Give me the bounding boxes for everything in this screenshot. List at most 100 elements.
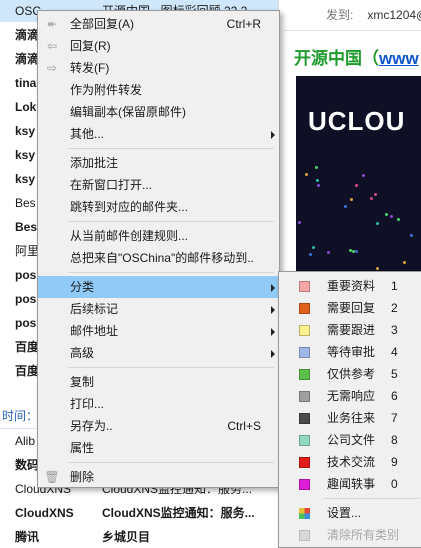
category-label: 趣闻轶事 bbox=[327, 477, 376, 491]
menu-separator bbox=[68, 462, 274, 463]
menu-item-label: 编辑副本(保留原邮件) bbox=[70, 105, 186, 119]
menu-item-label: 回复(R) bbox=[70, 39, 111, 53]
banner-dot bbox=[370, 197, 373, 200]
clear-categories-item[interactable]: 清除所有类别 bbox=[279, 524, 421, 546]
menu-item-shortcut: Ctrl+R bbox=[226, 17, 261, 31]
category-item[interactable]: 趣闻轶事 0 bbox=[279, 473, 421, 495]
category-shortcut-key: 3 bbox=[391, 323, 398, 337]
menu-item[interactable]: 其他... bbox=[38, 123, 279, 145]
banner-dot bbox=[362, 174, 365, 177]
banner-dot bbox=[298, 221, 301, 224]
preview-divider bbox=[284, 30, 421, 31]
menu-item-label: 属性 bbox=[70, 441, 95, 455]
menu-item[interactable]: 作为附件转发 bbox=[38, 79, 279, 101]
menu-item[interactable]: 复制 bbox=[38, 371, 279, 393]
menu-separator bbox=[68, 272, 274, 273]
menu-item-label: 分类 bbox=[70, 280, 95, 294]
menu-item-label: 添加批注 bbox=[70, 156, 119, 170]
banner-dot bbox=[390, 215, 393, 218]
menu-item[interactable]: ⇦ 回复(R) bbox=[38, 35, 279, 57]
menu-item[interactable]: 在新窗口打开... bbox=[38, 174, 279, 196]
category-color-swatch bbox=[299, 391, 310, 402]
category-item[interactable]: 无需响应 6 bbox=[279, 385, 421, 407]
banner-dot bbox=[309, 253, 312, 256]
submenu-arrow-icon bbox=[271, 328, 275, 336]
category-item[interactable]: 需要跟进 3 bbox=[279, 319, 421, 341]
mail-row[interactable]: 腾讯 乡城贝目 bbox=[0, 526, 278, 548]
submenu-arrow-icon bbox=[271, 306, 275, 314]
category-color-swatch bbox=[299, 457, 310, 468]
mail-subject: CloudXNS监控通知：服务... bbox=[102, 506, 255, 520]
menu-item-label: 总把来自"OSChina"的邮件移动到.. bbox=[70, 251, 254, 265]
menu-item[interactable]: 编辑副本(保留原邮件) bbox=[38, 101, 279, 123]
category-item[interactable]: 业务往来 7 bbox=[279, 407, 421, 429]
mail-sender: 腾讯 bbox=[15, 530, 40, 544]
category-shortcut-key: 8 bbox=[391, 433, 398, 447]
preview-title-link[interactable]: www bbox=[379, 49, 419, 68]
banner-dot bbox=[327, 251, 330, 254]
menu-item[interactable]: 总把来自"OSChina"的邮件移动到.. bbox=[38, 247, 279, 269]
banner-dot bbox=[344, 205, 347, 208]
menu-item-label: 作为附件转发 bbox=[70, 83, 143, 97]
category-color-swatch bbox=[299, 303, 310, 314]
menu-item-label: 打印... bbox=[70, 397, 105, 411]
banner-dot bbox=[397, 218, 400, 221]
menu-item[interactable]: 邮件地址 bbox=[38, 320, 279, 342]
settings-label: 设置... bbox=[327, 506, 362, 520]
menu-item[interactable]: 打印... bbox=[38, 393, 279, 415]
sent-to-label: 发到: bbox=[326, 8, 354, 22]
menu-item[interactable]: 🗑 删除 bbox=[38, 466, 279, 488]
banner-dot bbox=[350, 198, 353, 201]
clear-categories-label: 清除所有类别 bbox=[327, 528, 400, 542]
preview-title-text: 开源中国（ bbox=[294, 49, 379, 68]
trash-icon: 🗑 bbox=[44, 470, 60, 484]
category-item[interactable]: 等待审批 4 bbox=[279, 341, 421, 363]
menu-item[interactable]: 添加批注 bbox=[38, 152, 279, 174]
category-label: 无需响应 bbox=[327, 389, 376, 403]
menu-item[interactable]: 跳转到对应的邮件夹... bbox=[38, 196, 279, 218]
settings-grid-icon bbox=[299, 508, 310, 519]
banner-dot bbox=[355, 184, 358, 187]
menu-item-label: 删除 bbox=[70, 470, 95, 484]
category-shortcut-key: 1 bbox=[391, 279, 398, 293]
category-item[interactable]: 重要资料 1 bbox=[279, 275, 421, 297]
mail-row[interactable]: CloudXNS CloudXNS监控通知：服务... bbox=[0, 502, 278, 524]
menu-separator bbox=[68, 367, 274, 368]
category-submenu: 重要资料 1 需要回复 2 需要跟进 3 等待审批 4 仅供参考 5 无需响应 6 业务往来 7 公司文件 8… bbox=[278, 271, 421, 548]
submenu-arrow-icon bbox=[271, 131, 275, 139]
menu-item-label: 其他... bbox=[70, 127, 105, 141]
category-item[interactable]: 公司文件 8 bbox=[279, 429, 421, 451]
menu-item-label: 后续标记 bbox=[70, 302, 119, 316]
menu-item[interactable]: 高级 bbox=[38, 342, 279, 364]
category-shortcut-key: 9 bbox=[391, 455, 398, 469]
category-item[interactable]: 技术交流 9 bbox=[279, 451, 421, 473]
menu-separator bbox=[323, 498, 419, 499]
menu-item[interactable]: ↞ 全部回复(A) Ctrl+R bbox=[38, 13, 279, 35]
menu-separator bbox=[68, 221, 274, 222]
menu-item-shortcut: Ctrl+S bbox=[227, 419, 261, 433]
category-label: 需要跟进 bbox=[327, 323, 376, 337]
menu-item[interactable]: 从当前邮件创建规则... bbox=[38, 225, 279, 247]
category-shortcut-key: 6 bbox=[391, 389, 398, 403]
category-color-swatch bbox=[299, 413, 310, 424]
category-settings-item[interactable]: 设置... bbox=[279, 502, 421, 524]
menu-item-label: 跳转到对应的邮件夹... bbox=[70, 200, 189, 214]
mail-sender: CloudXNS bbox=[15, 506, 74, 520]
context-menu: ↞ 全部回复(A) Ctrl+R ⇦ 回复(R) ⇨ 转发(F) 作为附件转发编辑副本(保留原… bbox=[37, 10, 280, 488]
category-label: 需要回复 bbox=[327, 301, 376, 315]
banner-dot bbox=[374, 193, 377, 196]
banner-dot bbox=[316, 179, 319, 182]
category-item[interactable]: 需要回复 2 bbox=[279, 297, 421, 319]
menu-item-label: 复制 bbox=[70, 375, 95, 389]
menu-item[interactable]: 后续标记 bbox=[38, 298, 279, 320]
menu-item[interactable]: 另存为.. Ctrl+S bbox=[38, 415, 279, 437]
category-shortcut-key: 0 bbox=[391, 477, 398, 491]
clear-categories-icon bbox=[299, 530, 310, 541]
category-label: 公司文件 bbox=[327, 433, 376, 447]
menu-item[interactable]: 分类 bbox=[38, 276, 279, 298]
category-color-swatch bbox=[299, 479, 310, 490]
category-item[interactable]: 仅供参考 5 bbox=[279, 363, 421, 385]
menu-item[interactable]: 属性 bbox=[38, 437, 279, 459]
menu-item[interactable]: ⇨ 转发(F) bbox=[38, 57, 279, 79]
category-label: 仅供参考 bbox=[327, 367, 376, 381]
